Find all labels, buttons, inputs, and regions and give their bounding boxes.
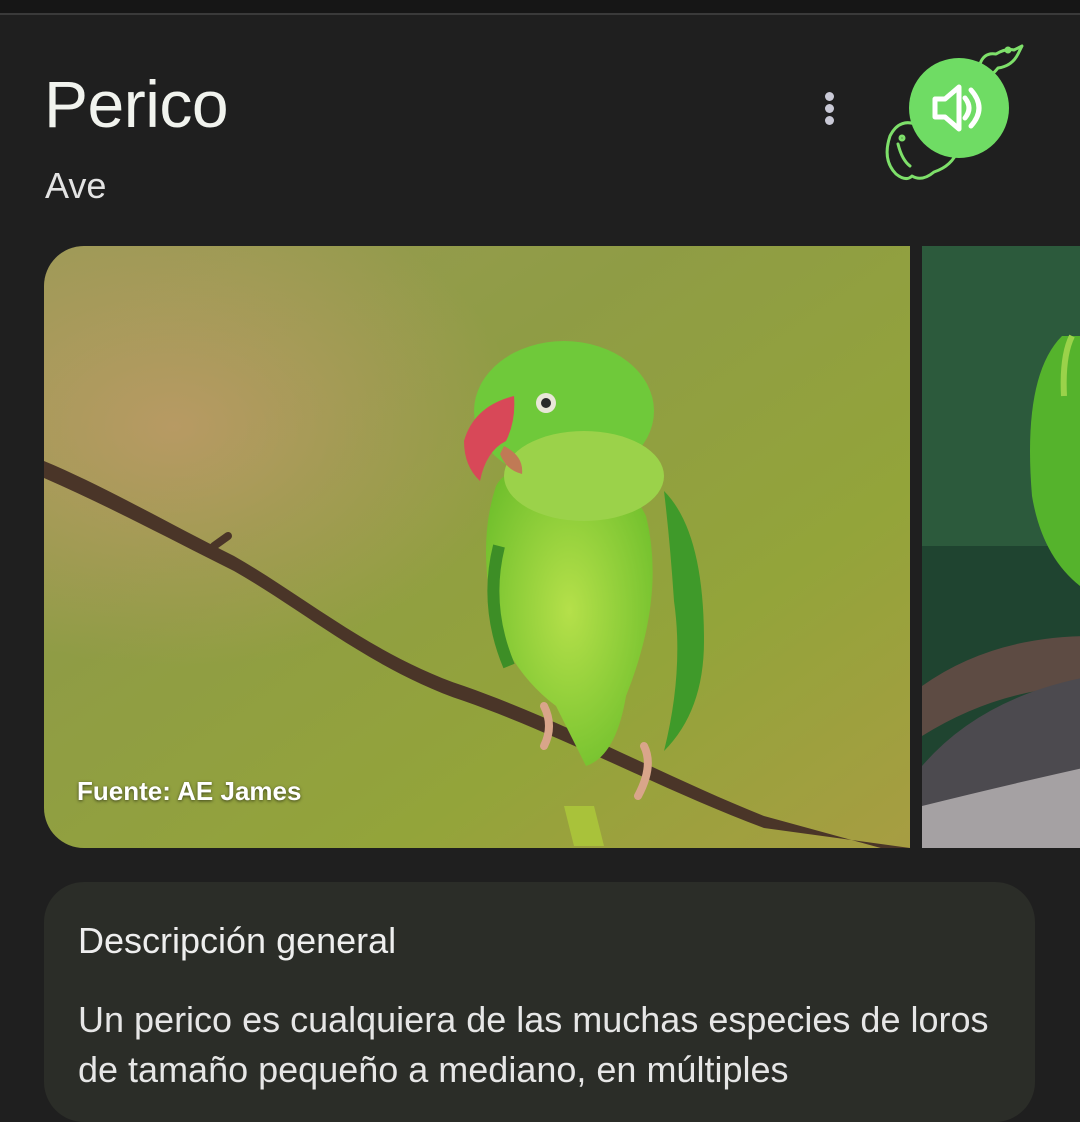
parakeet-image-2 (922, 246, 1080, 848)
more-options-button[interactable] (812, 86, 848, 132)
listen-button[interactable] (909, 58, 1009, 158)
volume-up-icon (932, 84, 982, 132)
overview-card: Descripción general Un perico es cualqui… (44, 882, 1035, 1122)
top-divider (0, 0, 1080, 15)
page-subtitle: Ave (45, 165, 107, 206)
overview-heading: Descripción general (78, 920, 397, 961)
parakeet-image (44, 246, 910, 848)
overview-text: Un perico es cualquiera de las muchas es… (78, 999, 989, 1090)
parakeet-photo-next[interactable] (922, 246, 1080, 848)
page-title: Perico (44, 67, 229, 141)
image-credit: Fuente: AE James (77, 776, 302, 806)
more-vert-icon (825, 92, 834, 101)
parakeet-photo-main[interactable] (44, 246, 910, 848)
